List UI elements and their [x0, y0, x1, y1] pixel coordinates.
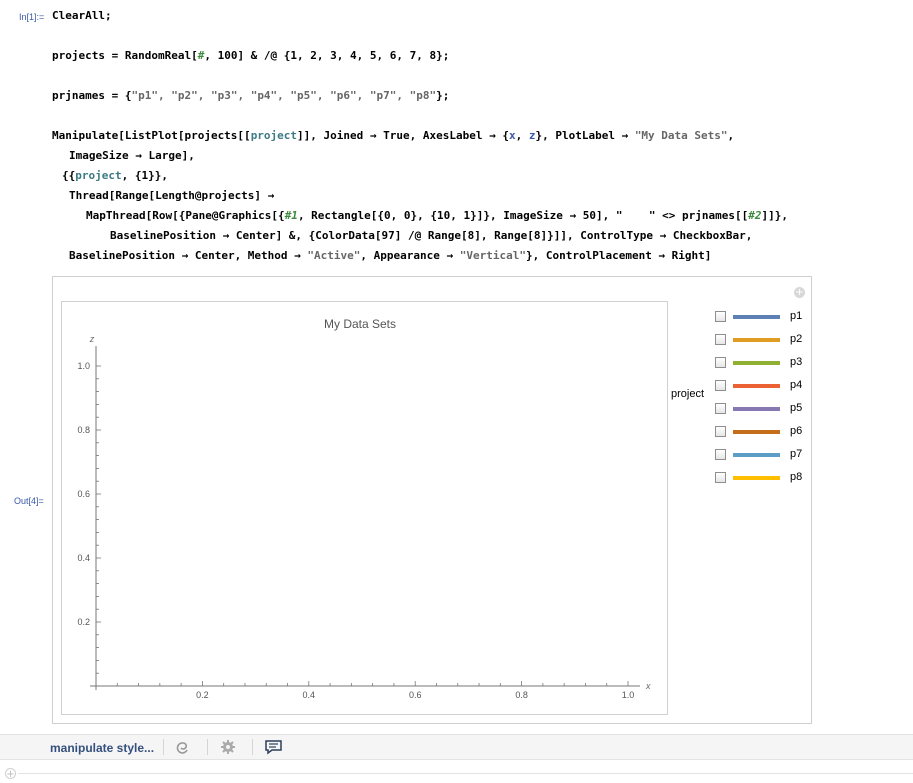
checkbox[interactable]: [715, 472, 726, 483]
checkbox-row-p4[interactable]: p4: [715, 379, 825, 394]
gear-icon[interactable]: [219, 739, 237, 755]
plot-panel: My Data Sets 0.2 0.4 0.6 0.8 1.0 0.2 0.4 0.6 0.8…: [61, 301, 668, 715]
color-swatch: [733, 361, 780, 365]
checkbox[interactable]: [715, 311, 726, 322]
cell-insertion-line: [18, 773, 913, 774]
checkbox-label: p7: [790, 448, 803, 460]
y-tick-label: 0.4: [77, 553, 90, 563]
checkbox-label: p8: [790, 471, 803, 483]
color-swatch: [733, 476, 780, 480]
checkbox-row-p7[interactable]: p7: [715, 448, 825, 463]
input-cell-label: In[1]:=: [19, 12, 45, 22]
control-label-project: project: [671, 388, 705, 400]
suggestions-bar: manipulate style...: [0, 734, 913, 760]
y-tick-label: 0.8: [77, 425, 90, 435]
checkbox-row-p6[interactable]: p6: [715, 425, 825, 440]
plot-axes: 0.2 0.4 0.6 0.8 1.0 0.2 0.4 0.6 0.8 1.0 x z: [77, 334, 651, 700]
x-tick-label: 1.0: [622, 690, 635, 700]
checkbox[interactable]: [715, 426, 726, 437]
plot-title: My Data Sets: [324, 317, 396, 331]
code-line-7: Thread[Range[Length@projects] →: [69, 189, 275, 202]
undo-spiral-icon[interactable]: [174, 739, 192, 755]
code-line-2: projects = RandomReal[#, 100] & /@ {1, 2…: [52, 49, 450, 62]
code-line-8: MapThread[Row[{Pane@Graphics[{#1, Rectan…: [86, 209, 789, 222]
color-swatch: [733, 430, 780, 434]
plus-circle-icon[interactable]: +: [794, 287, 805, 298]
x-axis-label: x: [645, 681, 651, 691]
code-line-1: ClearAll;: [52, 9, 112, 22]
checkbox[interactable]: [715, 380, 726, 391]
x-tick-label: 0.4: [303, 690, 316, 700]
checkbox-label: p5: [790, 402, 803, 414]
y-tick-label: 0.2: [77, 617, 90, 627]
checkbox[interactable]: [715, 449, 726, 460]
checkbox-label: p3: [790, 356, 803, 368]
code-line-5: ImageSize → Large],: [69, 149, 195, 162]
color-swatch: [733, 453, 780, 457]
checkbox[interactable]: [715, 334, 726, 345]
color-swatch: [733, 315, 780, 319]
checkbox-row-p5[interactable]: p5: [715, 402, 825, 417]
output-cell-label: Out[4]=: [14, 496, 44, 506]
code-line-6: {{project, {1}},: [62, 169, 168, 182]
color-swatch: [733, 338, 780, 342]
add-cell-icon[interactable]: +: [5, 768, 16, 780]
toolbar-divider: [207, 739, 208, 755]
x-tick-label: 0.2: [196, 690, 209, 700]
checkbox-label: p4: [790, 379, 803, 391]
checkbox-row-p8[interactable]: p8: [715, 471, 825, 486]
x-tick-label: 0.8: [515, 690, 528, 700]
color-swatch: [733, 384, 780, 388]
code-line-9: BaselinePosition → Center] &, {ColorData…: [110, 229, 753, 242]
comment-icon[interactable]: [264, 739, 282, 755]
checkbox-row-p1[interactable]: p1: [715, 310, 825, 325]
checkbox[interactable]: [715, 357, 726, 368]
checkbox-label: p1: [790, 310, 803, 322]
color-swatch: [733, 407, 780, 411]
checkbox-label: p2: [790, 333, 803, 345]
checkbox[interactable]: [715, 403, 726, 414]
toolbar-divider: [252, 739, 253, 755]
list-plot: My Data Sets 0.2 0.4 0.6 0.8 1.0 0.2 0.4 0.6 0.8…: [77, 317, 651, 700]
toolbar-divider: [163, 739, 164, 755]
code-line-10: BaselinePosition → Center, Method → "Act…: [69, 249, 712, 262]
checkbox-row-p2[interactable]: p2: [715, 333, 825, 348]
code-line-3: prjnames = {"p1", "p2", "p3", "p4", "p5"…: [52, 89, 450, 102]
y-tick-label: 1.0: [77, 361, 90, 371]
y-tick-label: 0.6: [77, 489, 90, 499]
code-line-4: Manipulate[ListPlot[projects[[project]],…: [52, 129, 735, 142]
checkbox-label: p6: [790, 425, 803, 437]
checkbox-row-p3[interactable]: p3: [715, 356, 825, 371]
y-axis-label: z: [89, 334, 95, 344]
suggestion-manipulate-style[interactable]: manipulate style...: [50, 741, 154, 755]
x-tick-label: 0.6: [409, 690, 422, 700]
